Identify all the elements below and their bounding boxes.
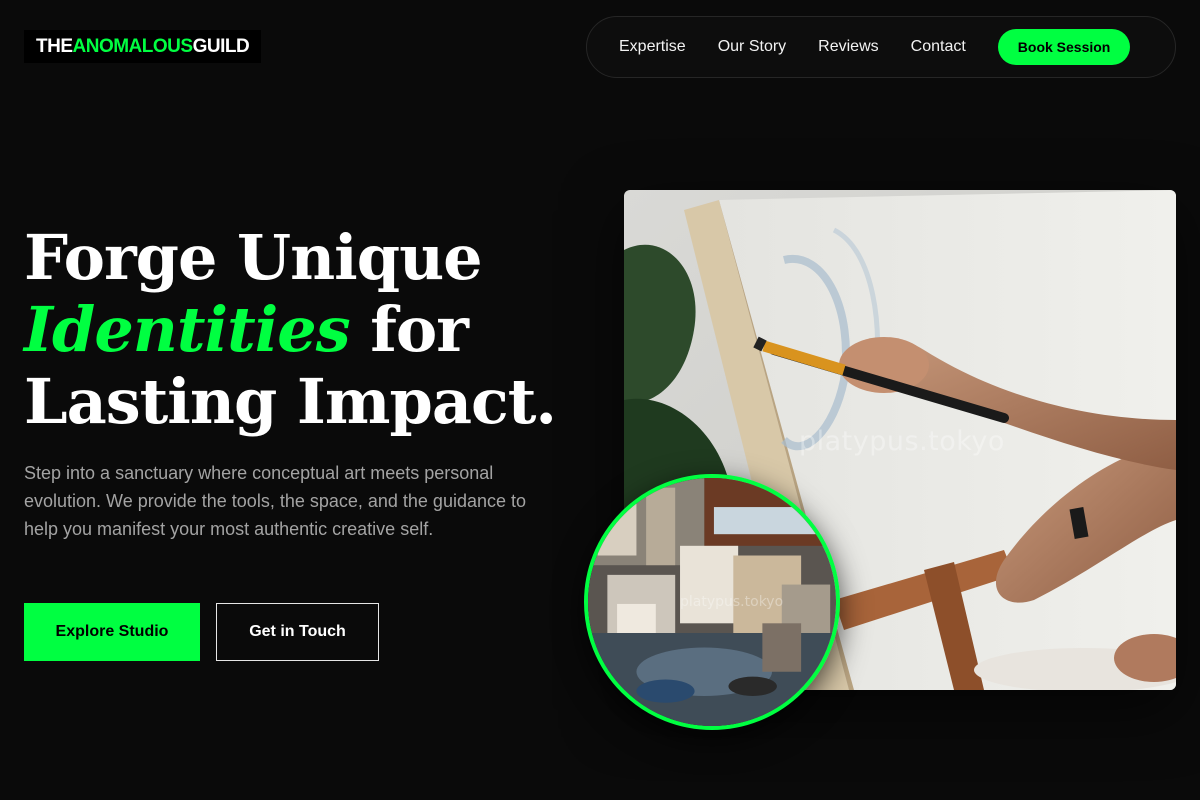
headline-line2-rest: for (349, 293, 469, 366)
nav-link-expertise[interactable]: Expertise (619, 38, 686, 56)
hero-headline: Forge Unique Identities for Lasting Impa… (24, 222, 584, 438)
main-image-watermark: platypus.tokyo (799, 426, 1005, 457)
get-in-touch-button[interactable]: Get in Touch (216, 603, 379, 661)
nav-link-reviews[interactable]: Reviews (818, 38, 878, 56)
brand-name-accent: ANOMALOUS (72, 35, 194, 57)
headline-line3: Lasting Impact. (24, 365, 557, 438)
headline-accent: Identities (24, 293, 351, 366)
inset-image-watermark: platypus.tokyo (680, 594, 784, 610)
studio-inset-image: platypus.tokyo (584, 474, 840, 730)
main-nav: Expertise Our Story Reviews Contact Book… (586, 16, 1176, 78)
brand-name-part2: GUILD (192, 35, 250, 57)
nav-link-contact[interactable]: Contact (911, 38, 966, 56)
headline-line1: Forge Unique (24, 221, 483, 294)
book-session-button[interactable]: Book Session (997, 29, 1131, 65)
brand-name-part1: THE (36, 35, 73, 57)
hero-description: Step into a sanctuary where conceptual a… (24, 463, 527, 539)
brand-logo[interactable]: THE ANOMALOUS GUILD (24, 30, 262, 63)
nav-link-our-story[interactable]: Our Story (718, 38, 786, 56)
explore-studio-button[interactable]: Explore Studio (24, 603, 200, 661)
